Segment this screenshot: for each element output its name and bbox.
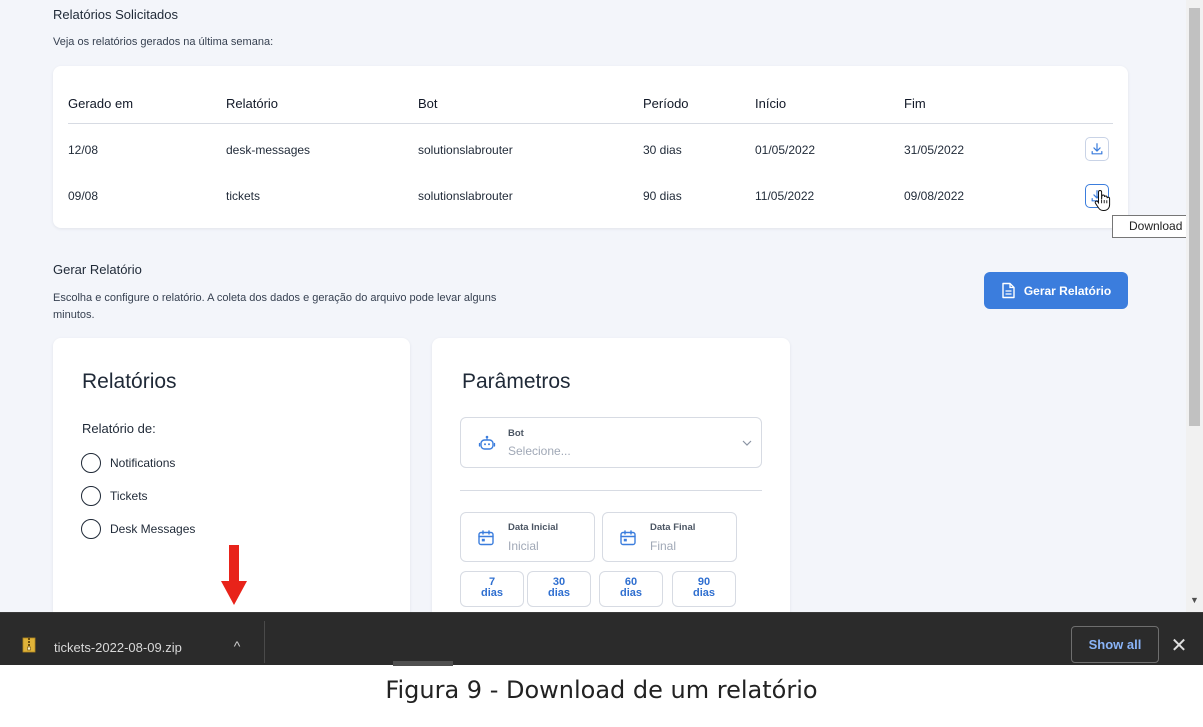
radio-option-notifications[interactable]: Notifications xyxy=(81,453,175,473)
hand-cursor-icon xyxy=(1094,189,1111,211)
col-header-period: Período xyxy=(643,96,689,111)
chevron-down-icon xyxy=(742,440,752,446)
cell-period: 90 dias xyxy=(643,189,682,203)
download-tooltip: Download xyxy=(1112,215,1186,238)
cell-end: 09/08/2022 xyxy=(904,189,965,203)
generate-report-button[interactable]: Gerar Relatório xyxy=(984,272,1128,309)
radio-option-desk-messages[interactable]: Desk Messages xyxy=(81,519,195,539)
cell-start: 01/05/2022 xyxy=(755,143,816,157)
start-date-field[interactable]: Data Inicial Inicial xyxy=(460,512,595,562)
generate-report-button-label: Gerar Relatório xyxy=(1023,283,1112,298)
col-header-generated: Gerado em xyxy=(68,96,134,111)
zip-file-icon xyxy=(22,637,36,653)
calendar-icon xyxy=(620,530,636,546)
close-icon[interactable]: ✕ xyxy=(1168,635,1190,657)
show-all-button[interactable]: Show all xyxy=(1071,626,1159,663)
radio-button[interactable] xyxy=(81,486,101,506)
cell-bot: solutionslabrouter xyxy=(418,143,513,157)
range-7-days-button[interactable]: 7 dias xyxy=(460,571,524,607)
table-header-divider xyxy=(68,123,1113,124)
download-file-name[interactable]: tickets-2022-08-09.zip xyxy=(54,640,182,655)
scrollbar-thumb[interactable] xyxy=(1189,8,1200,426)
bot-select[interactable]: Bot Selecione... xyxy=(460,417,762,468)
bot-icon xyxy=(478,435,496,450)
range-60-days-button[interactable]: 60 dias xyxy=(599,571,663,607)
range-90-days-button[interactable]: 90 dias xyxy=(672,571,736,607)
cell-start: 11/05/2022 xyxy=(755,189,815,203)
radio-option-label: Tickets xyxy=(110,489,148,503)
requested-reports-table: Gerado em Relatório Bot Período Início F… xyxy=(53,66,1128,228)
chevron-up-icon[interactable]: ^ xyxy=(228,637,246,655)
arrow-down-annotation xyxy=(221,545,247,605)
bot-select-label: Bot xyxy=(508,428,524,439)
cell-bot: solutionslabrouter xyxy=(418,189,513,203)
radio-button[interactable] xyxy=(81,519,101,539)
cell-end: 31/05/2022 xyxy=(904,143,965,157)
generate-report-title: Gerar Relatório xyxy=(53,262,142,277)
cell-generated: 12/08 xyxy=(68,143,99,157)
description-line: Escolha e configure o relatório. A colet… xyxy=(53,292,497,304)
end-date-field[interactable]: Data Final Final xyxy=(602,512,737,562)
radio-button[interactable] xyxy=(81,453,101,473)
shelf-scroll-indicator xyxy=(393,661,453,666)
range-unit: dias xyxy=(547,587,570,599)
end-date-label: Data Final xyxy=(650,522,696,533)
download-button[interactable] xyxy=(1085,137,1109,161)
cell-period: 30 dias xyxy=(643,143,682,157)
document-icon xyxy=(1002,282,1015,299)
vertical-scrollbar[interactable]: ▼ xyxy=(1186,0,1203,612)
download-icon xyxy=(1091,143,1103,155)
range-30-days-button[interactable]: 30 dias xyxy=(527,571,591,607)
reports-card-title: Relatórios xyxy=(82,370,177,393)
col-header-end: Fim xyxy=(904,96,926,111)
report-type-label: Relatório de: xyxy=(82,421,156,436)
col-header-report: Relatório xyxy=(226,96,279,111)
range-unit: dias xyxy=(480,587,503,599)
cell-report: tickets xyxy=(226,189,261,203)
range-unit: dias xyxy=(619,587,642,599)
start-date-label: Data Inicial xyxy=(508,522,559,533)
figure-caption: Figura 9 - Download de um relatório xyxy=(385,676,818,704)
download-shelf: tickets-2022-08-09.zip ^ Show all ✕ xyxy=(0,612,1203,666)
calendar-icon xyxy=(478,530,494,546)
parameters-card: Parâmetros Bot Selecione... Data Inicial… xyxy=(432,338,790,612)
radio-option-label: Notifications xyxy=(110,456,176,470)
col-header-bot: Bot xyxy=(418,96,438,111)
bot-select-placeholder: Selecione... xyxy=(508,444,571,458)
radio-option-tickets[interactable]: Tickets xyxy=(81,486,148,506)
end-date-placeholder: Final xyxy=(650,539,677,553)
radio-option-label: Desk Messages xyxy=(110,522,196,536)
scroll-down-arrow-icon[interactable]: ▼ xyxy=(1189,594,1200,606)
cell-generated: 09/08 xyxy=(68,189,99,203)
description-line: minutos. xyxy=(53,309,95,321)
parameters-card-title: Parâmetros xyxy=(462,370,571,393)
parameters-divider xyxy=(460,490,762,491)
cell-report: desk-messages xyxy=(226,143,311,157)
range-unit: dias xyxy=(692,587,715,599)
col-header-start: Início xyxy=(755,96,787,111)
requested-reports-subtitle: Veja os relatórios gerados na última sem… xyxy=(53,36,274,48)
browser-viewport: Relatórios Solicitados Veja os relatório… xyxy=(0,0,1186,612)
generate-report-description: Escolha e configure o relatório. A colet… xyxy=(53,290,593,324)
requested-reports-title: Relatórios Solicitados xyxy=(53,7,179,22)
shelf-separator xyxy=(264,621,265,663)
start-date-placeholder: Inicial xyxy=(508,539,539,553)
